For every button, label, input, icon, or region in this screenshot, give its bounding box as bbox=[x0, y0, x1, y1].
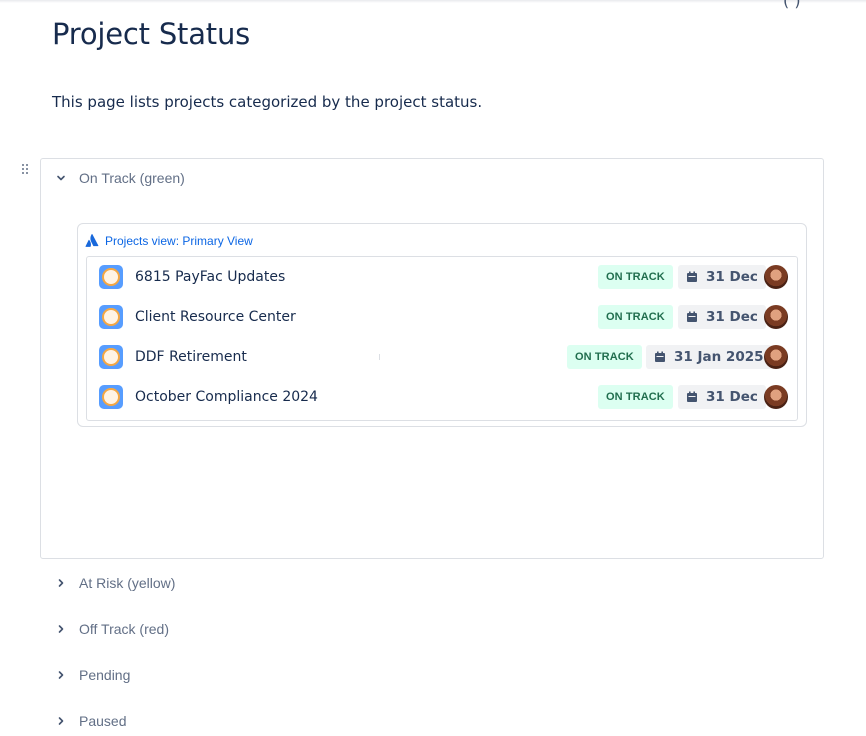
expand-label: Pending bbox=[79, 667, 131, 683]
due-date-chip[interactable]: 31 Dec bbox=[678, 265, 766, 289]
embed-header[interactable]: Projects view: Primary View bbox=[85, 233, 253, 248]
due-date-text: 31 Dec bbox=[706, 309, 758, 325]
status-badge: ON TRACK bbox=[567, 345, 642, 369]
page-title: Project Status bbox=[52, 17, 251, 51]
avatar[interactable] bbox=[764, 345, 788, 369]
avatar[interactable] bbox=[764, 265, 788, 289]
chevron-right-icon bbox=[58, 579, 64, 587]
expand-toggle-pending[interactable]: Pending bbox=[55, 667, 130, 683]
project-row[interactable]: October Compliance 2024 ON TRACK 31 Dec bbox=[87, 377, 797, 417]
expand-label: On Track (green) bbox=[79, 170, 185, 186]
project-row[interactable]: 6815 PayFac Updates ON TRACK 31 Dec bbox=[87, 257, 797, 297]
project-row[interactable]: Client Resource Center ON TRACK 31 Dec bbox=[87, 297, 797, 337]
chevron-right-icon bbox=[58, 625, 64, 633]
drag-handle-icon[interactable] bbox=[22, 164, 30, 176]
projects-embed-card: Projects view: Primary View 6815 PayFac … bbox=[77, 223, 807, 427]
due-date-chip[interactable]: 31 Dec bbox=[678, 305, 766, 329]
expand-label: Paused bbox=[79, 713, 127, 729]
due-date-text: 31 Dec bbox=[706, 389, 758, 405]
due-date-text: 31 Jan 2025 bbox=[674, 349, 764, 365]
project-row[interactable]: DDF Retirement ON TRACK 31 Jan 2025 bbox=[87, 337, 797, 377]
due-date-text: 31 Dec bbox=[706, 269, 758, 285]
project-name: October Compliance 2024 bbox=[135, 389, 318, 405]
status-badge: ON TRACK bbox=[598, 265, 673, 289]
status-badge: ON TRACK bbox=[598, 305, 673, 329]
project-name: DDF Retirement bbox=[135, 349, 247, 365]
expand-toggle-on-track[interactable]: On Track (green) bbox=[55, 170, 185, 186]
due-date-chip[interactable]: 31 Dec bbox=[678, 385, 766, 409]
chevron-right-icon bbox=[58, 717, 64, 725]
atlassian-logo-icon bbox=[85, 234, 99, 247]
calendar-icon bbox=[687, 311, 697, 322]
expand-toggle-at-risk[interactable]: At Risk (yellow) bbox=[55, 575, 175, 591]
corner-glyph[interactable]: ( ) bbox=[783, 0, 801, 10]
embed-title: Projects view: Primary View bbox=[105, 233, 253, 248]
due-date-chip[interactable]: 31 Jan 2025 bbox=[646, 345, 772, 369]
compass-icon bbox=[99, 385, 123, 409]
compass-icon bbox=[99, 305, 123, 329]
project-name: 6815 PayFac Updates bbox=[135, 269, 286, 285]
project-list: 6815 PayFac Updates ON TRACK 31 Dec Clie… bbox=[86, 256, 798, 421]
expand-toggle-off-track[interactable]: Off Track (red) bbox=[55, 621, 169, 637]
status-badge: ON TRACK bbox=[598, 385, 673, 409]
avatar[interactable] bbox=[764, 305, 788, 329]
calendar-icon bbox=[687, 271, 697, 282]
top-bar-shadow bbox=[0, 0, 866, 3]
expand-toggle-paused[interactable]: Paused bbox=[55, 713, 126, 729]
compass-icon bbox=[99, 265, 123, 289]
page-description: This page lists projects categorized by … bbox=[52, 93, 483, 111]
chevron-down-icon bbox=[57, 175, 65, 181]
expand-label: Off Track (red) bbox=[79, 621, 169, 637]
calendar-icon bbox=[687, 391, 697, 402]
calendar-icon bbox=[655, 351, 665, 362]
chevron-right-icon bbox=[58, 671, 64, 679]
avatar[interactable] bbox=[764, 385, 788, 409]
compass-icon bbox=[99, 345, 123, 369]
divider bbox=[379, 354, 380, 360]
expand-label: At Risk (yellow) bbox=[79, 575, 176, 591]
project-name: Client Resource Center bbox=[135, 309, 296, 325]
